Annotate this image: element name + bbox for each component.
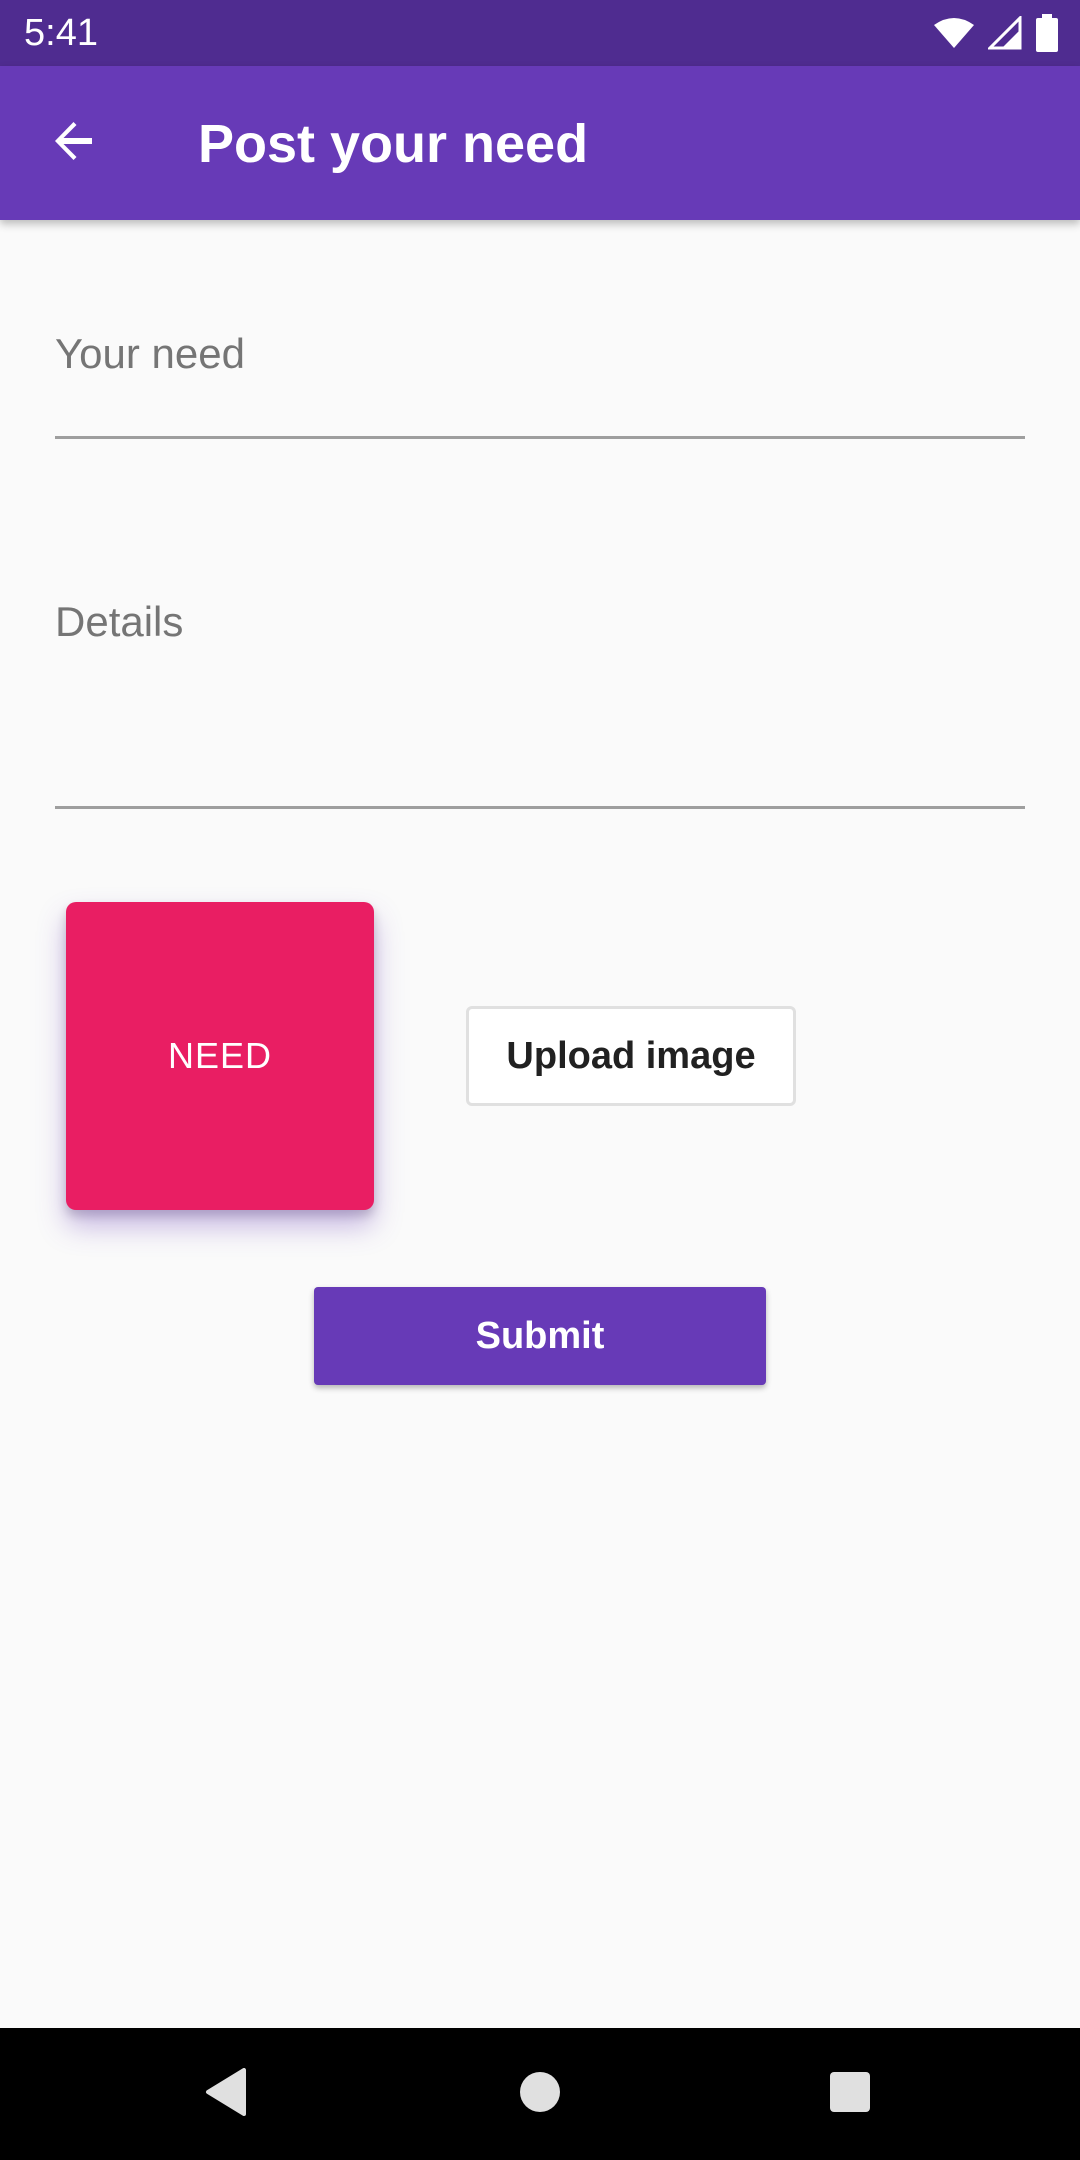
back-button[interactable] (42, 111, 106, 175)
upload-image-label: Upload image (506, 1034, 756, 1077)
status-time: 5:41 (24, 12, 98, 54)
need-input[interactable]: Your need (55, 300, 1025, 439)
submit-button[interactable]: Submit (314, 1287, 766, 1385)
nav-back-button[interactable] (196, 2064, 256, 2124)
arrow-back-icon (50, 117, 98, 170)
recents-square-icon (828, 2070, 872, 2119)
need-image: NEED (66, 902, 374, 1210)
need-input-placeholder: Your need (55, 330, 245, 377)
status-icons (934, 12, 1058, 54)
upload-image-button[interactable]: Upload image (466, 1006, 796, 1106)
status-bar: 5:41 (0, 0, 1080, 66)
back-triangle-icon (204, 2067, 248, 2121)
page-title: Post your need (198, 114, 589, 174)
wifi-icon (934, 17, 974, 49)
need-image-label: NEED (167, 1035, 273, 1076)
home-circle-icon (518, 2070, 562, 2119)
details-input-placeholder: Details (55, 598, 184, 645)
signal-icon (988, 16, 1022, 50)
navigation-bar (0, 2028, 1080, 2160)
details-input[interactable]: Details (55, 568, 1025, 809)
nav-home-button[interactable] (510, 2064, 570, 2124)
battery-icon (1036, 14, 1058, 52)
submit-label: Submit (475, 1314, 605, 1357)
nav-recents-button[interactable] (820, 2064, 880, 2124)
app-bar: Post your need (0, 66, 1080, 220)
